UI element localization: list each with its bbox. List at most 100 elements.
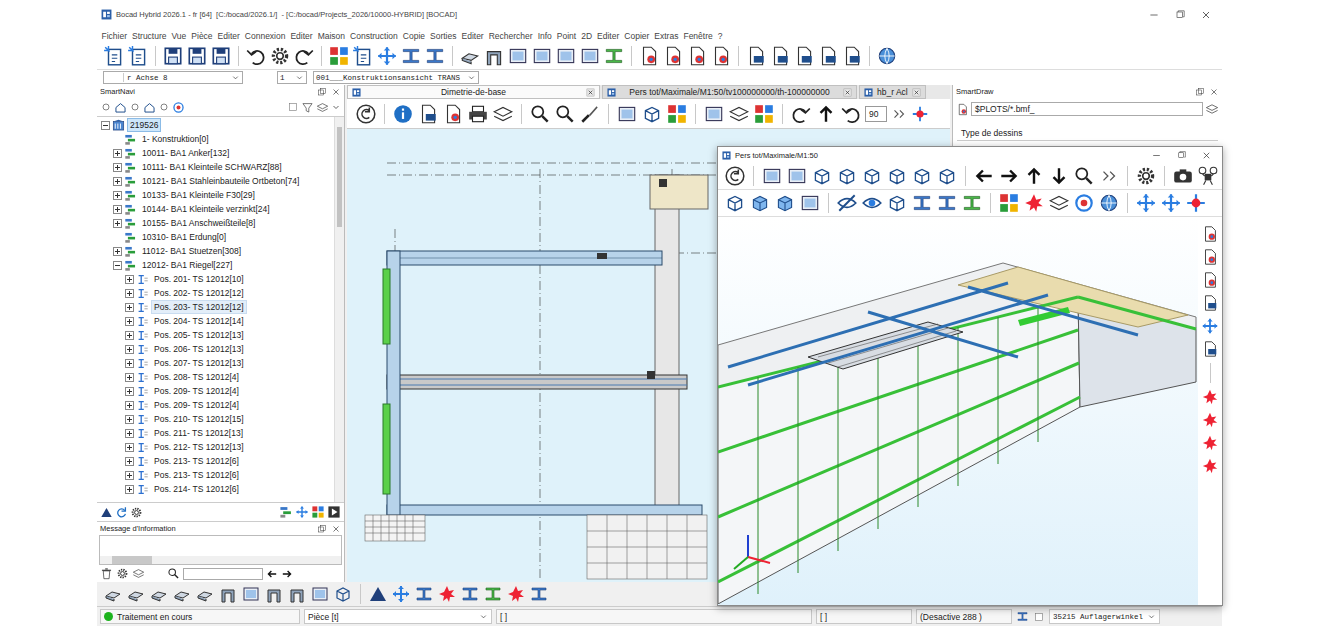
globe-icon[interactable] [1098,192,1120,214]
expand-toggle[interactable] [125,289,134,298]
menu-item[interactable]: Extras [652,31,681,41]
tree-item[interactable]: Pos. 209- TS 12012[4] [97,398,334,412]
plate-icon[interactable] [172,584,192,604]
box-icon[interactable] [531,45,553,67]
layers-icon[interactable] [1048,192,1070,214]
tri-icon[interactable] [368,584,388,604]
tree-item[interactable]: Pos. 206- TS 12012[13] [97,342,334,356]
beam-icon[interactable] [414,584,434,604]
cube-icon[interactable] [936,165,958,187]
float-icon[interactable] [317,524,327,534]
triangle-icon[interactable] [100,506,113,519]
expand-toggle[interactable] [125,471,134,480]
radio-icon[interactable] [129,101,141,113]
au-icon[interactable] [815,103,837,125]
arch-icon[interactable] [483,45,505,67]
arch-icon[interactable] [287,584,307,604]
menu-item[interactable]: Editer [215,31,242,41]
filter-field[interactable]: $PLOTS/*.bmf_ [971,102,1203,116]
tree-item[interactable]: 10111- BA1 Kleinteile SCHWARZ[88] [97,160,334,174]
arch-icon[interactable] [264,584,284,604]
maximize-icon[interactable] [1174,9,1186,21]
al-icon[interactable] [973,165,995,187]
save-icon[interactable] [210,45,232,67]
cube-icon[interactable] [836,165,858,187]
arr4-icon[interactable] [376,45,398,67]
expand-toggle[interactable] [113,163,122,172]
plate-icon[interactable] [103,584,123,604]
browse-icon[interactable] [1205,102,1219,116]
expand-toggle[interactable] [113,261,122,270]
dropdown-arrow-icon[interactable] [231,73,240,82]
expand-toggle[interactable] [125,415,134,424]
box-icon[interactable] [799,192,821,214]
docb-icon[interactable] [1201,340,1219,358]
box-icon[interactable] [507,45,529,67]
doc-icon[interactable] [442,103,464,125]
doc-icon[interactable] [1201,271,1219,289]
star-icon[interactable] [1023,192,1045,214]
brush-icon[interactable] [579,103,601,125]
chev-icon[interactable] [1098,165,1120,187]
radio-icon[interactable] [100,101,112,113]
beam-icon[interactable] [400,45,422,67]
box-icon[interactable] [616,103,638,125]
layers-icon[interactable] [492,103,514,125]
filter-icon[interactable] [301,101,314,114]
menu-item[interactable]: Structure [130,31,170,41]
menu-item[interactable]: Construction [348,31,401,41]
minimize-icon[interactable] [1148,9,1160,21]
refresh-icon[interactable] [115,506,128,519]
zoom-icon[interactable] [554,103,576,125]
close-icon[interactable] [331,87,341,97]
star-icon[interactable] [1201,411,1219,429]
save-icon[interactable] [162,45,184,67]
expand-toggle[interactable] [113,219,122,228]
menu-item[interactable]: 2D [579,31,595,41]
menu-item[interactable]: Sorties [428,31,459,41]
new-icon[interactable] [127,45,149,67]
close-icon[interactable] [1201,150,1212,161]
tree-item[interactable]: Pos. 208- TS 12012[4] [97,370,334,384]
expand-toggle[interactable] [125,345,134,354]
eyex-icon[interactable] [836,192,858,214]
plate-icon[interactable] [459,45,481,67]
float-icon[interactable] [317,87,327,97]
menu-item[interactable]: Editer [288,31,315,41]
undo-icon[interactable] [840,103,862,125]
play-icon[interactable] [327,505,341,519]
close-tab-icon[interactable] [586,88,595,97]
cube-icon[interactable] [724,192,746,214]
house-icon[interactable] [143,101,156,114]
zoom-icon[interactable] [1073,165,1095,187]
arch-icon[interactable] [218,584,238,604]
back-icon[interactable] [355,103,377,125]
star-icon[interactable] [1201,434,1219,452]
tree-item[interactable]: 11012- BA1 Stuetzen[308] [97,244,334,258]
tree-item[interactable]: Pos. 213- TS 12012[6] [97,468,334,482]
docb-icon[interactable] [769,45,791,67]
gear-icon[interactable] [269,45,291,67]
info-icon[interactable] [392,103,414,125]
view-tab[interactable]: Dimetrie-de-base [347,85,600,99]
tree-item[interactable]: Pos. 209- TS 12012[4] [97,384,334,398]
docb-icon[interactable] [817,45,839,67]
expand-toggle[interactable] [125,303,134,312]
expand-toggle[interactable] [125,317,134,326]
beam-icon[interactable] [424,45,446,67]
beam-icon[interactable] [529,584,549,604]
arr4-icon[interactable] [1201,317,1219,335]
search-field[interactable] [183,568,263,580]
tree-item[interactable]: Pos. 202- TS 12012[12] [97,286,334,300]
house-icon[interactable] [114,101,127,114]
zoom-icon[interactable] [529,103,551,125]
menu-item[interactable]: Point [554,31,578,41]
menu-item[interactable]: Vue [169,31,189,41]
menu-item[interactable]: Rechercher [486,31,535,41]
axis-dropdown[interactable]: r Achse 8 [103,71,243,84]
undo-icon[interactable] [245,45,267,67]
dropdown-arrow-icon[interactable] [295,73,304,82]
new-icon[interactable] [103,45,125,67]
close-icon[interactable] [1200,9,1212,21]
checkbox-icon[interactable] [287,101,299,113]
